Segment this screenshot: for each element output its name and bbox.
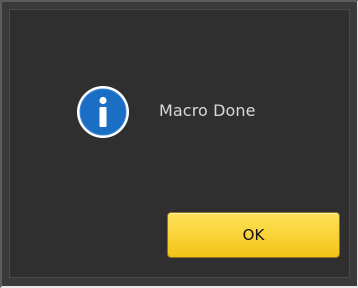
ok-button[interactable]: OK <box>167 212 340 258</box>
dialog-message: Macro Done <box>159 101 256 120</box>
info-icon <box>77 86 129 138</box>
dialog-window-frame: Macro Done OK <box>0 0 358 288</box>
